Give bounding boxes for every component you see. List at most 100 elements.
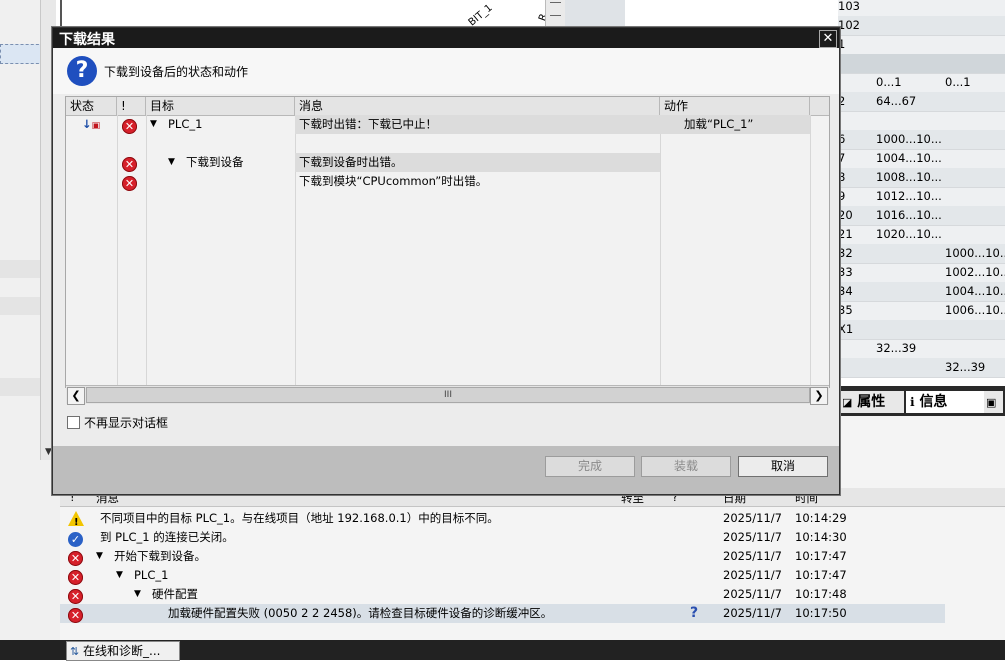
message-row[interactable]: 不同项目中的目标 PLC_1。与在线项目（地址 192.168.0.1）中的目标… [60,509,945,532]
table-cell: 1016...10... [876,208,942,222]
table-cell: 35 [838,303,853,317]
column-header-target[interactable]: 目标 [146,97,295,115]
message-date: 2025/11/7 [723,568,782,582]
taskbar-online-label: 在线和诊断_... [83,644,161,658]
expand-arrow-icon[interactable]: ▼ [168,153,175,172]
column-header-severity[interactable]: ! [117,97,146,115]
close-icon[interactable]: ✕ [819,30,837,48]
table-row[interactable]: 32...39 [838,339,1005,359]
table-row[interactable]: 20 1016...10... [838,206,1005,226]
message-cell: 下载到设备时出错。 [299,155,403,169]
column-header-message[interactable]: 消息 [295,97,660,115]
download-result-table: 状态 ! 目标 消息 动作 ↓▣ ✕ ▼ PLC_1 下载时出错：下载已中止！ 加载“PL… [65,96,830,405]
load-button[interactable]: 装载 [641,456,731,477]
table-row[interactable]: 103 [838,0,1005,17]
table-row[interactable]: 0...1 0...1 [838,73,1005,93]
dialog-titlebar[interactable]: 下载结果 ✕ [53,28,839,48]
table-cell: 0...1 [876,75,902,89]
tab-diagnostics[interactable]: ▣ [984,391,1003,413]
table-cell: 34 [838,284,853,298]
message-row[interactable]: ✕ 加载硬件配置失败 (0050 2 2 2458)。请检查目标硬件设备的诊断缓冲… [60,604,945,623]
table-row[interactable]: 35 1006...10... [838,301,1005,321]
cancel-button[interactable]: 取消 [738,456,828,477]
message-date: 2025/11/7 [723,511,782,525]
canvas-tag-label: BIT_1 [466,2,495,29]
table-cell: 1002...10... [945,265,1005,279]
message-row[interactable]: ✕ ▼ PLC_1 2025/11/7 10:17:47 [60,566,945,585]
expand-arrow-icon[interactable]: ▼ [96,547,103,566]
error-icon: ✕ [68,587,83,604]
table-row[interactable]: 7 1004...10... [838,149,1005,169]
target-cell: 下载到设备 [186,155,244,169]
inspector-tab-body [838,416,1005,488]
table-row[interactable] [838,54,1005,74]
table-cell: 1004...10... [876,151,942,165]
action-cell[interactable]: 加载“PLC_1” [684,115,753,134]
message-date: 2025/11/7 [723,606,782,620]
finish-button[interactable]: 完成 [545,456,635,477]
message-cell: 下载到模块“CPUcommon”时出错。 [299,174,488,188]
tab-properties-label: 属性 [857,394,886,410]
error-icon: ✕ [68,606,83,623]
online-diagnostics-icon: ⇅ [70,645,80,658]
table-row[interactable]: ↓▣ ✕ ▼ PLC_1 下载时出错：下载已中止！ 加载“PLC_1” [66,115,828,134]
error-icon: ✕ [68,549,83,566]
warning-icon [68,511,84,532]
table-cell: 32...39 [945,360,986,374]
table-cell: X1 [838,322,854,336]
tab-properties[interactable]: ◪ 属性 [838,391,904,413]
message-left-gutter [0,488,61,640]
dont-show-again-checkbox[interactable] [67,416,80,429]
table-cell: 1012...10... [876,189,942,203]
tab-info[interactable]: ℹ 信息 [906,391,984,413]
table-row[interactable]: 102 [838,16,1005,36]
table-row[interactable] [66,134,828,153]
table-row[interactable] [838,111,1005,131]
inspector-tabs: ◪ 属性 ℹ 信息 ▣ [838,386,1005,416]
table-row[interactable]: 33 1002...10... [838,263,1005,283]
table-row[interactable]: X1 [838,320,1005,340]
scroll-grip-icon[interactable] [550,2,561,16]
top-grid-fragment [565,0,625,28]
properties-icon: ◪ [842,396,853,409]
table-row[interactable]: 21 1020...10... [838,225,1005,245]
table-row[interactable]: 32...39 [838,358,1005,378]
message-row[interactable]: ✕ ▼ 硬件配置 2025/11/7 10:17:48 [60,585,945,604]
table-row[interactable]: 6 1000...10... [838,130,1005,150]
table-cell: 21 [838,227,853,241]
column-header-status[interactable]: 状态 [66,97,117,115]
question-icon: ? [67,56,97,86]
expand-arrow-icon[interactable]: ▼ [150,115,157,134]
table-row[interactable]: 9 1012...10... [838,187,1005,207]
table-row[interactable]: ✕ ▼ 下载到设备 下载到设备时出错。 [66,153,828,172]
download-status-icon: ↓▣ [82,117,101,131]
dialog-header: ? 下载到设备后的状态和动作 [53,48,839,94]
table-row[interactable]: 2 64...67 [838,92,1005,112]
message-row[interactable]: ✓ 到 PLC_1 的连接已关闭。 2025/11/7 10:14:30 [60,528,945,547]
network-view-canvas: BIT_1 R [60,0,550,29]
message-text: PLC_1 [134,568,169,582]
expand-arrow-icon[interactable]: ▼ [116,566,123,585]
scroll-thumb[interactable]: III [86,387,810,403]
table-row[interactable]: 1 [838,35,1005,55]
help-icon[interactable]: ? [690,604,698,623]
message-row[interactable]: ✕ ▼ 开始下载到设备。 2025/11/7 10:17:47 [60,547,945,566]
table-row[interactable]: ✕ 下载到模块“CPUcommon”时出错。 [66,172,828,191]
left-pane-selected-row[interactable] [0,44,44,64]
canvas-vertical-scrollbar[interactable] [545,0,566,28]
taskbar-online-diagnostics[interactable]: ⇅ 在线和诊断_... [66,641,180,661]
expand-arrow-icon[interactable]: ▼ [134,585,141,604]
table-row[interactable]: 34 1004...10... [838,282,1005,302]
info-icon: ℹ [910,395,915,409]
scroll-left-icon[interactable]: ❮ [67,387,85,405]
message-cell: 下载时出错：下载已中止！ [299,117,437,131]
table-horizontal-scrollbar[interactable]: ❮ III ❯ [66,385,829,405]
scroll-right-icon[interactable]: ❯ [810,387,828,405]
column-header-action[interactable]: 动作 [660,97,810,115]
message-time: 10:17:47 [795,549,847,563]
message-time: 10:17:48 [795,587,847,601]
table-cell: 20 [838,208,853,222]
table-row[interactable]: 32 1000...10... [838,244,1005,264]
table-row[interactable]: 8 1008...10... [838,168,1005,188]
table-cell: 102 [838,18,860,32]
